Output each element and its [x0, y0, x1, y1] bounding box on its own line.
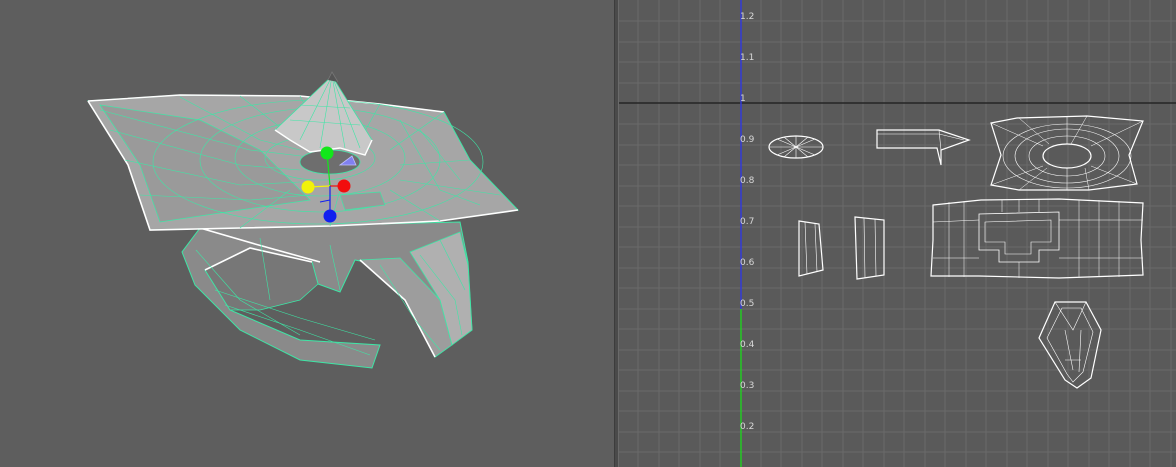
perspective-viewport[interactable] — [0, 0, 614, 467]
mesh-render[interactable] — [0, 0, 614, 467]
uv-shell-side-b[interactable] — [854, 216, 885, 280]
v-axis-label: 1.1 — [740, 53, 755, 63]
manipulator-handle-blue[interactable] — [323, 209, 337, 223]
v-axis-label: 0.6 — [740, 258, 755, 268]
v-axis-label: 0.7 — [740, 217, 755, 227]
manipulator-handle-green[interactable] — [320, 146, 334, 160]
v-axis-label: 0.5 — [740, 299, 755, 309]
uv-shell-top-plate[interactable] — [990, 115, 1144, 191]
uv-texture-editor[interactable]: 1.2 1.1 1 0.9 0.8 0.7 0.6 0.5 0.4 0.3 0.… — [619, 0, 1176, 467]
v-axis-label: 0.4 — [740, 340, 755, 350]
uv-grid-lines — [619, 0, 1176, 467]
v-axis-label: 1 — [740, 94, 746, 104]
v-axis-label: 1.2 — [740, 12, 755, 22]
v-axis-label: 0.2 — [740, 422, 755, 432]
v-axis-label: 0.8 — [740, 176, 755, 186]
manipulator-handle-red[interactable] — [337, 179, 351, 193]
manipulator-handle-yellow[interactable] — [301, 180, 315, 194]
uv-shell-arrow[interactable] — [876, 129, 971, 166]
mesh-top-plate[interactable] — [87, 71, 520, 231]
v-axis-label: 0.3 — [740, 381, 755, 391]
v-axis-label: 0.9 — [740, 135, 755, 145]
mesh-lower-body[interactable] — [181, 221, 473, 369]
uv-shell-lower-body[interactable] — [930, 198, 1144, 279]
uv-grid — [619, 0, 1176, 467]
uv-shell-disc[interactable] — [768, 135, 824, 159]
